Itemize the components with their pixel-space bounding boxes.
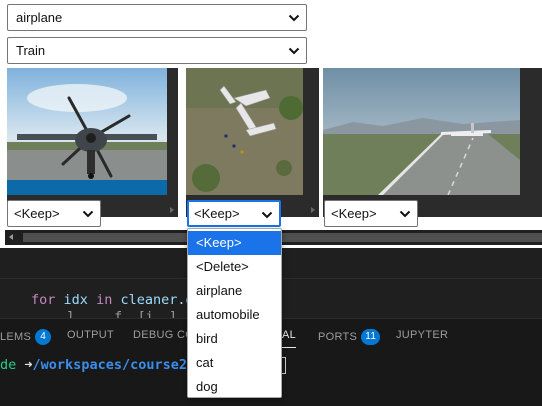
ports-count-badge: 11 <box>361 329 381 345</box>
propeller-plane-image <box>7 68 167 195</box>
category-select-value: airplane <box>16 10 63 25</box>
tab-terminal[interactable]: AL <box>282 329 296 341</box>
code-line: for idx in cleaner.de <box>31 292 202 308</box>
prompt-user: de <box>0 357 17 373</box>
prompt-path: /workspaces/course22 <box>32 357 196 373</box>
dropdown-option[interactable]: <Delete> <box>188 255 281 279</box>
scroll-right-icon[interactable] <box>170 207 174 213</box>
dropdown-option[interactable]: dog <box>188 375 281 399</box>
chevron-down-icon <box>261 211 273 219</box>
category-select[interactable]: airplane <box>7 4 307 31</box>
variable-idx: idx <box>63 292 88 308</box>
jet-runway-image <box>323 68 520 195</box>
chevron-down-icon <box>288 14 300 22</box>
split-select[interactable]: Train <box>7 37 307 64</box>
crash-site-image <box>186 68 303 195</box>
keep-select-value: <Keep> <box>14 206 60 221</box>
prompt-arrow-icon: ➜ <box>24 357 33 373</box>
keep-select-value: <Keep> <box>194 206 240 221</box>
image-panel-2 <box>186 68 319 217</box>
dropdown-option[interactable]: <Keep> <box>188 231 281 255</box>
keep-select-3[interactable]: <Keep> <box>324 200 418 227</box>
keep-select-value: <Keep> <box>331 206 377 221</box>
dropdown-option[interactable]: automobile <box>188 303 281 327</box>
keyword-for: for <box>31 292 56 308</box>
tab-output[interactable]: OUTPUT <box>67 329 114 341</box>
keyword-in: in <box>96 292 113 308</box>
dropdown-option[interactable]: bird <box>188 327 281 351</box>
tab-jupyter[interactable]: JUPYTER <box>396 329 448 341</box>
keep-dropdown-list[interactable]: <Keep> <Delete> airplane automobile bird… <box>187 228 282 398</box>
keep-select-2[interactable]: <Keep> <box>187 200 281 227</box>
chevron-down-icon <box>288 47 300 55</box>
tab-problems-label: LEMS <box>0 330 32 343</box>
image-panel-3 <box>323 68 542 217</box>
dropdown-option[interactable]: cat <box>188 351 281 375</box>
image-panel-1 <box>7 68 178 217</box>
terminal-prompt: de ➜/workspaces/course22 ( <box>0 357 211 373</box>
scroll-left-icon[interactable] <box>9 234 13 240</box>
keep-select-1[interactable]: <Keep> <box>7 200 101 227</box>
scroll-right-icon[interactable] <box>311 207 315 213</box>
tab-ports[interactable]: PORTS 11 <box>318 329 381 345</box>
problems-count-badge: 4 <box>35 329 52 345</box>
tab-problems[interactable]: LEMS 4 <box>0 329 52 345</box>
chevron-down-icon <box>399 210 411 218</box>
notebook-output: airplane Train <Keep> <Keep> <Keep> <box>0 0 542 248</box>
chevron-down-icon <box>82 210 94 218</box>
scrollbar-thumb[interactable] <box>23 233 542 242</box>
tab-ports-label: PORTS <box>318 330 358 343</box>
split-select-value: Train <box>16 43 46 58</box>
dropdown-option[interactable]: airplane <box>188 279 281 303</box>
